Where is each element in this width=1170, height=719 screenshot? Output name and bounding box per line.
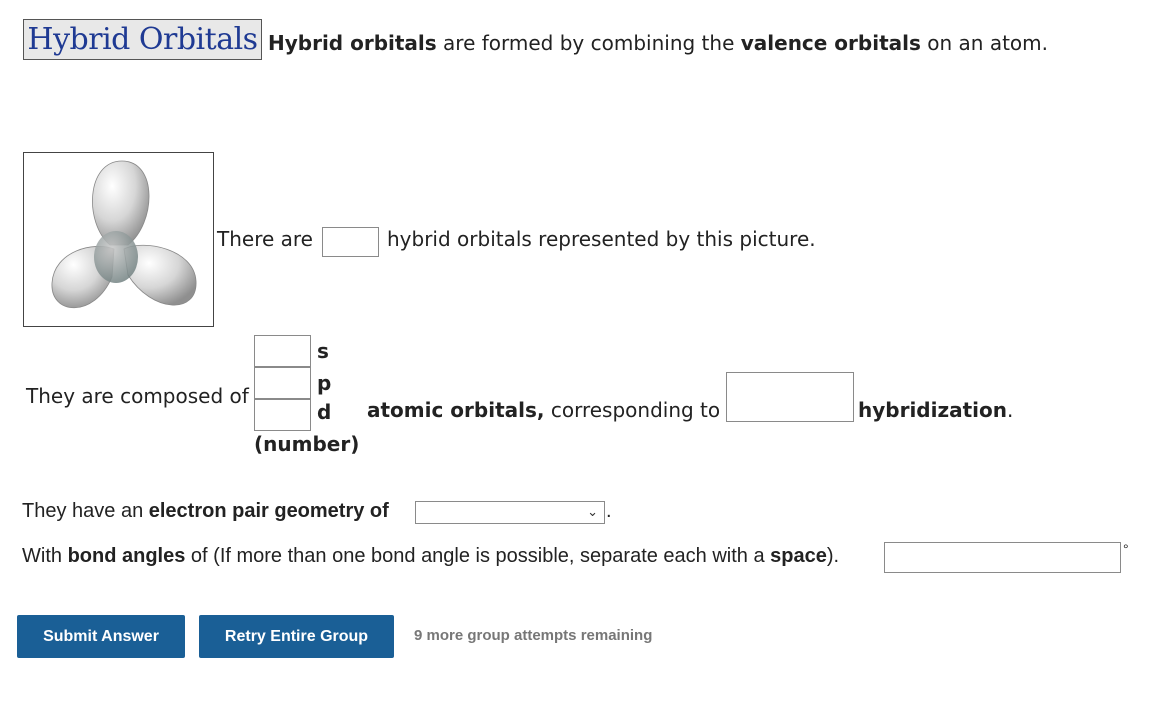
intro-bold-hybrid: Hybrid orbitals — [268, 31, 437, 55]
hybridization-bold: hybridization — [858, 398, 1008, 422]
q4-bold-space: space — [770, 545, 827, 567]
p-label: p — [317, 371, 332, 395]
number-label: (number) — [254, 432, 360, 456]
q3-text: They have an electron pair geometry of — [22, 500, 389, 523]
atomic-orbitals-bold: atomic orbitals, — [367, 398, 545, 422]
orbital-count-input[interactable] — [322, 227, 379, 257]
chevron-down-icon: ⌄ — [587, 505, 598, 520]
intro-text: Hybrid orbitals are formed by combining … — [268, 31, 1048, 55]
intro-bold-valence: valence orbitals — [740, 31, 921, 55]
intro-text-1: are formed by combining the — [436, 31, 741, 55]
q1-after: hybrid orbitals represented by this pict… — [387, 227, 816, 251]
p-count-input[interactable] — [254, 367, 311, 399]
q2-atomic-text: atomic orbitals, corresponding to — [367, 398, 720, 422]
q3-before: They have an — [22, 500, 149, 522]
title-box: Hybrid Orbitals — [23, 19, 262, 60]
geometry-select[interactable]: ⌄ — [415, 501, 605, 524]
q1-before: There are — [217, 227, 313, 251]
corresponding-text: corresponding to — [544, 398, 721, 422]
trigonal-orbital-illustration — [51, 160, 197, 309]
q4-after: ). — [826, 545, 840, 567]
s-label: s — [317, 339, 329, 363]
q4-middle: of (If more than one bond angle is possi… — [185, 545, 771, 567]
hybridization-label-wrap: hybridization. — [858, 398, 1013, 422]
hybridization-period: . — [1007, 398, 1014, 422]
q4-bold-bond-angles: bond angles — [67, 545, 186, 567]
q3-after: . — [606, 500, 612, 522]
degree-unit: ° — [1123, 541, 1129, 557]
s-count-input[interactable] — [254, 335, 311, 367]
page-title: Hybrid Orbitals — [27, 22, 258, 57]
retry-group-button[interactable]: Retry Entire Group — [199, 615, 394, 658]
q3-bold: electron pair geometry of — [148, 500, 389, 522]
hybridization-input[interactable] — [726, 372, 854, 422]
q4-before: With — [22, 545, 68, 567]
d-label: d — [317, 400, 332, 424]
orbital-image — [23, 152, 214, 327]
bond-angle-input[interactable] — [884, 542, 1121, 573]
q2-lead: They are composed of — [26, 384, 249, 408]
intro-text-2: on an atom. — [920, 31, 1048, 55]
geometry-selected-value — [416, 505, 420, 521]
d-count-input[interactable] — [254, 399, 311, 431]
attempts-remaining: 9 more group attempts remaining — [414, 627, 653, 644]
q4-text: With bond angles of (If more than one bo… — [22, 545, 839, 568]
submit-answer-button[interactable]: Submit Answer — [17, 615, 185, 658]
